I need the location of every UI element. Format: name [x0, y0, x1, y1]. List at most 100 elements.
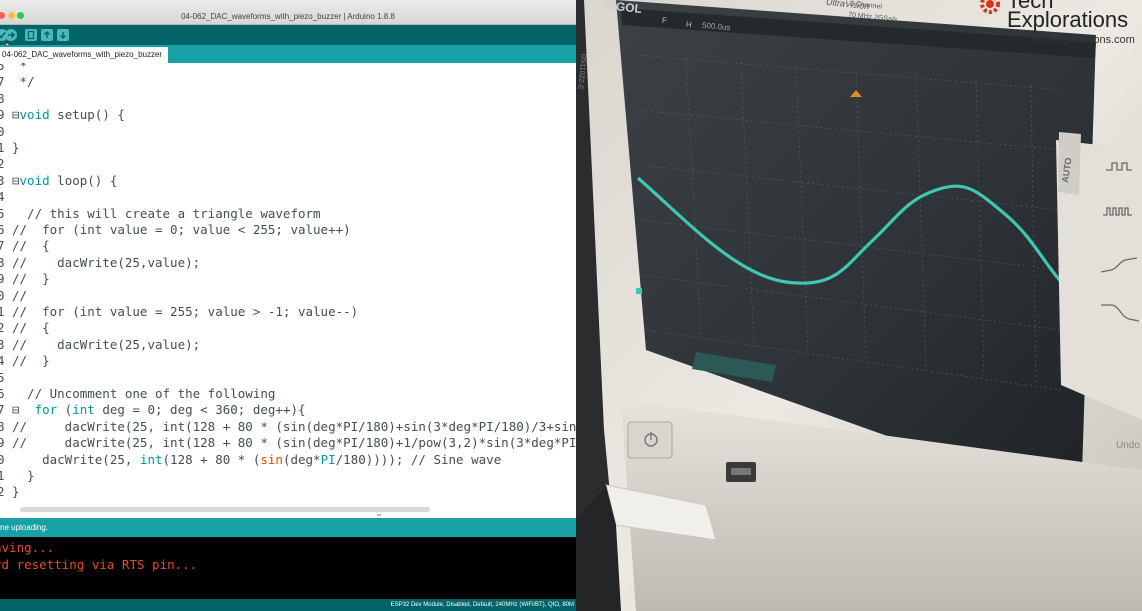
code-line: 1} [0, 140, 576, 156]
code-line: 5 // this will create a triangle wavefor… [0, 206, 576, 222]
code-text: * [12, 63, 28, 73]
line-number: 1 [0, 304, 5, 319]
code-text: // dacWrite(25,value); [12, 336, 201, 352]
code-text: // dacWrite(25,value); [12, 254, 201, 270]
line-number: 3 [0, 172, 5, 188]
code-text: // [12, 287, 28, 303]
save-sketch-button[interactable] [57, 29, 69, 41]
line-number: 6 [0, 222, 5, 237]
line-number: 4 [0, 353, 5, 369]
sketch-tab-strip: 04-062_DAC_waveforms_with_piezo_buzzer [0, 45, 576, 63]
line-number: 0 [0, 123, 5, 139]
mouse-cursor-icon [5, 37, 13, 51]
open-icon [44, 31, 50, 38]
code-text: // dacWrite(25, int(128 + 80 * (sin(deg*… [12, 418, 576, 434]
horizontal-scrollbar[interactable] [20, 507, 430, 512]
line-number: 8 [0, 254, 5, 270]
code-text: } [12, 140, 20, 155]
scope-mode-f: F [661, 15, 668, 26]
scope-mode-h: H [685, 19, 693, 30]
code-line: 0 [0, 124, 576, 140]
line-number: 1 [0, 468, 5, 483]
line-number: 6 [0, 386, 5, 401]
code-line: 2 [0, 156, 576, 172]
console-line: rd resetting via RTS pin... [0, 556, 198, 572]
code-text: */ [12, 74, 35, 90]
code-line: 0 // [0, 288, 576, 304]
code-line: 3 // dacWrite(25,value); [0, 337, 576, 353]
line-number: 8 [0, 90, 5, 106]
new-icon [27, 30, 35, 40]
code-text: // { [12, 320, 50, 336]
status-bar: ne uploading. [0, 518, 576, 537]
code-editor[interactable]: 5 * 7 */8 9 ⊟void setup() {0 1} 2 3 ⊟void loop(… [0, 63, 576, 515]
code-line: 9 // dacWrite(25, int(128 + 80 * (sin(deg… [0, 435, 576, 451]
title-bar: 04-062_DAC_waveforms_with_piezo_buzzer |… [0, 0, 576, 25]
line-number: 5 [0, 63, 5, 73]
line-number: 5 [0, 205, 5, 221]
code-text: // Uncomment one of the following [12, 386, 276, 401]
save-icon [60, 32, 66, 39]
footer-bar: ESP32 Dev Module, Disabled, Default, 240… [0, 599, 576, 611]
line-number: 7 [0, 238, 5, 254]
code-line: 8 // dacWrite(25, int(128 + 80 * (sin(deg… [0, 419, 576, 435]
line-number: 8 [0, 418, 5, 434]
line-number: 0 [0, 451, 5, 467]
line-number: 4 [0, 189, 5, 205]
line-number: 2 [0, 484, 5, 500]
line-number: 7 [0, 74, 5, 90]
code-line: 7 */ [0, 74, 576, 90]
code-text: ⊟void loop() { [12, 172, 118, 188]
code-line: 3 ⊟void loop() { [0, 173, 576, 189]
code-line: 9 // } [0, 271, 576, 287]
code-line: 7 ⊟ for (int deg = 0; deg < 360; deg++){ [0, 402, 576, 418]
tech-explorations-logo: Tech Explorations techexplorations.com [977, 0, 1142, 48]
code-text: } [12, 468, 35, 483]
line-number: 3 [0, 336, 5, 352]
code-line: 1 // for (int value = 255; value > -1; va… [0, 304, 576, 320]
code-line: 4 [0, 189, 576, 205]
line-number: 2 [0, 320, 5, 336]
code-text: // } [12, 271, 50, 287]
code-line: 5 * [0, 63, 576, 74]
code-line: 1 } [0, 468, 576, 484]
code-text: // for (int value = 255; value > -1; val… [12, 304, 359, 319]
code-text: dacWrite(25, int(128 + 80 * (sin(deg*PI/… [12, 451, 502, 467]
line-number: 9 [0, 435, 5, 451]
toolbar [0, 25, 576, 51]
board-info: ESP32 Dev Module, Disabled, Default, 240… [390, 602, 574, 608]
splitter-handle[interactable] [377, 514, 381, 516]
code-line: 2} [0, 484, 576, 500]
arduino-ide-window: 04-062_DAC_waveforms_with_piezo_buzzer |… [0, 0, 576, 611]
code-line: 0 dacWrite(25, int(128 + 80 * (sin(deg*P… [0, 452, 576, 468]
code-text: ⊟void setup() { [12, 107, 125, 123]
gear-icon [980, 0, 1000, 14]
line-number: 1 [0, 140, 5, 155]
line-number: 2 [0, 156, 5, 172]
oscilloscope-illustration [576, 0, 1142, 611]
code-line: 5 [0, 370, 576, 386]
code-line: 4 // } [0, 353, 576, 369]
code-text: // for (int value = 0; value < 255; valu… [12, 222, 351, 237]
status-message: ne uploading. [0, 523, 49, 532]
line-number: 7 [0, 402, 5, 418]
scope-undo-label[interactable]: Undo [1116, 440, 1140, 451]
code-line: 8 [0, 91, 576, 107]
new-sketch-button[interactable] [25, 29, 37, 41]
code-line: 7 // { [0, 238, 576, 254]
line-number: 9 [0, 107, 5, 123]
code-text: ⊟ for (int deg = 0; deg < 360; deg++){ [12, 402, 306, 418]
tab-sketch[interactable]: 04-062_DAC_waveforms_with_piezo_buzzer [0, 47, 169, 63]
console-line: aving... [0, 540, 55, 555]
code-text: } [12, 484, 20, 500]
line-number: 5 [0, 369, 5, 385]
code-text: // dacWrite(25, int(128 + 80 * (sin(deg*… [12, 435, 576, 451]
console-output[interactable]: aving... rd resetting via RTS pin... [0, 537, 576, 599]
oscilloscope-photo: RIGOL UltraVision 2 Channel 70 MHz 2GSa/… [576, 0, 1142, 611]
line-number: 9 [0, 271, 5, 287]
window-title: 04-062_DAC_waveforms_with_piezo_buzzer |… [181, 12, 395, 21]
open-sketch-button[interactable] [41, 29, 53, 41]
code-line: 6 // Uncomment one of the following [0, 386, 576, 402]
code-text: // this will create a triangle waveform [12, 205, 321, 221]
code-line: 2 // { [0, 320, 576, 336]
